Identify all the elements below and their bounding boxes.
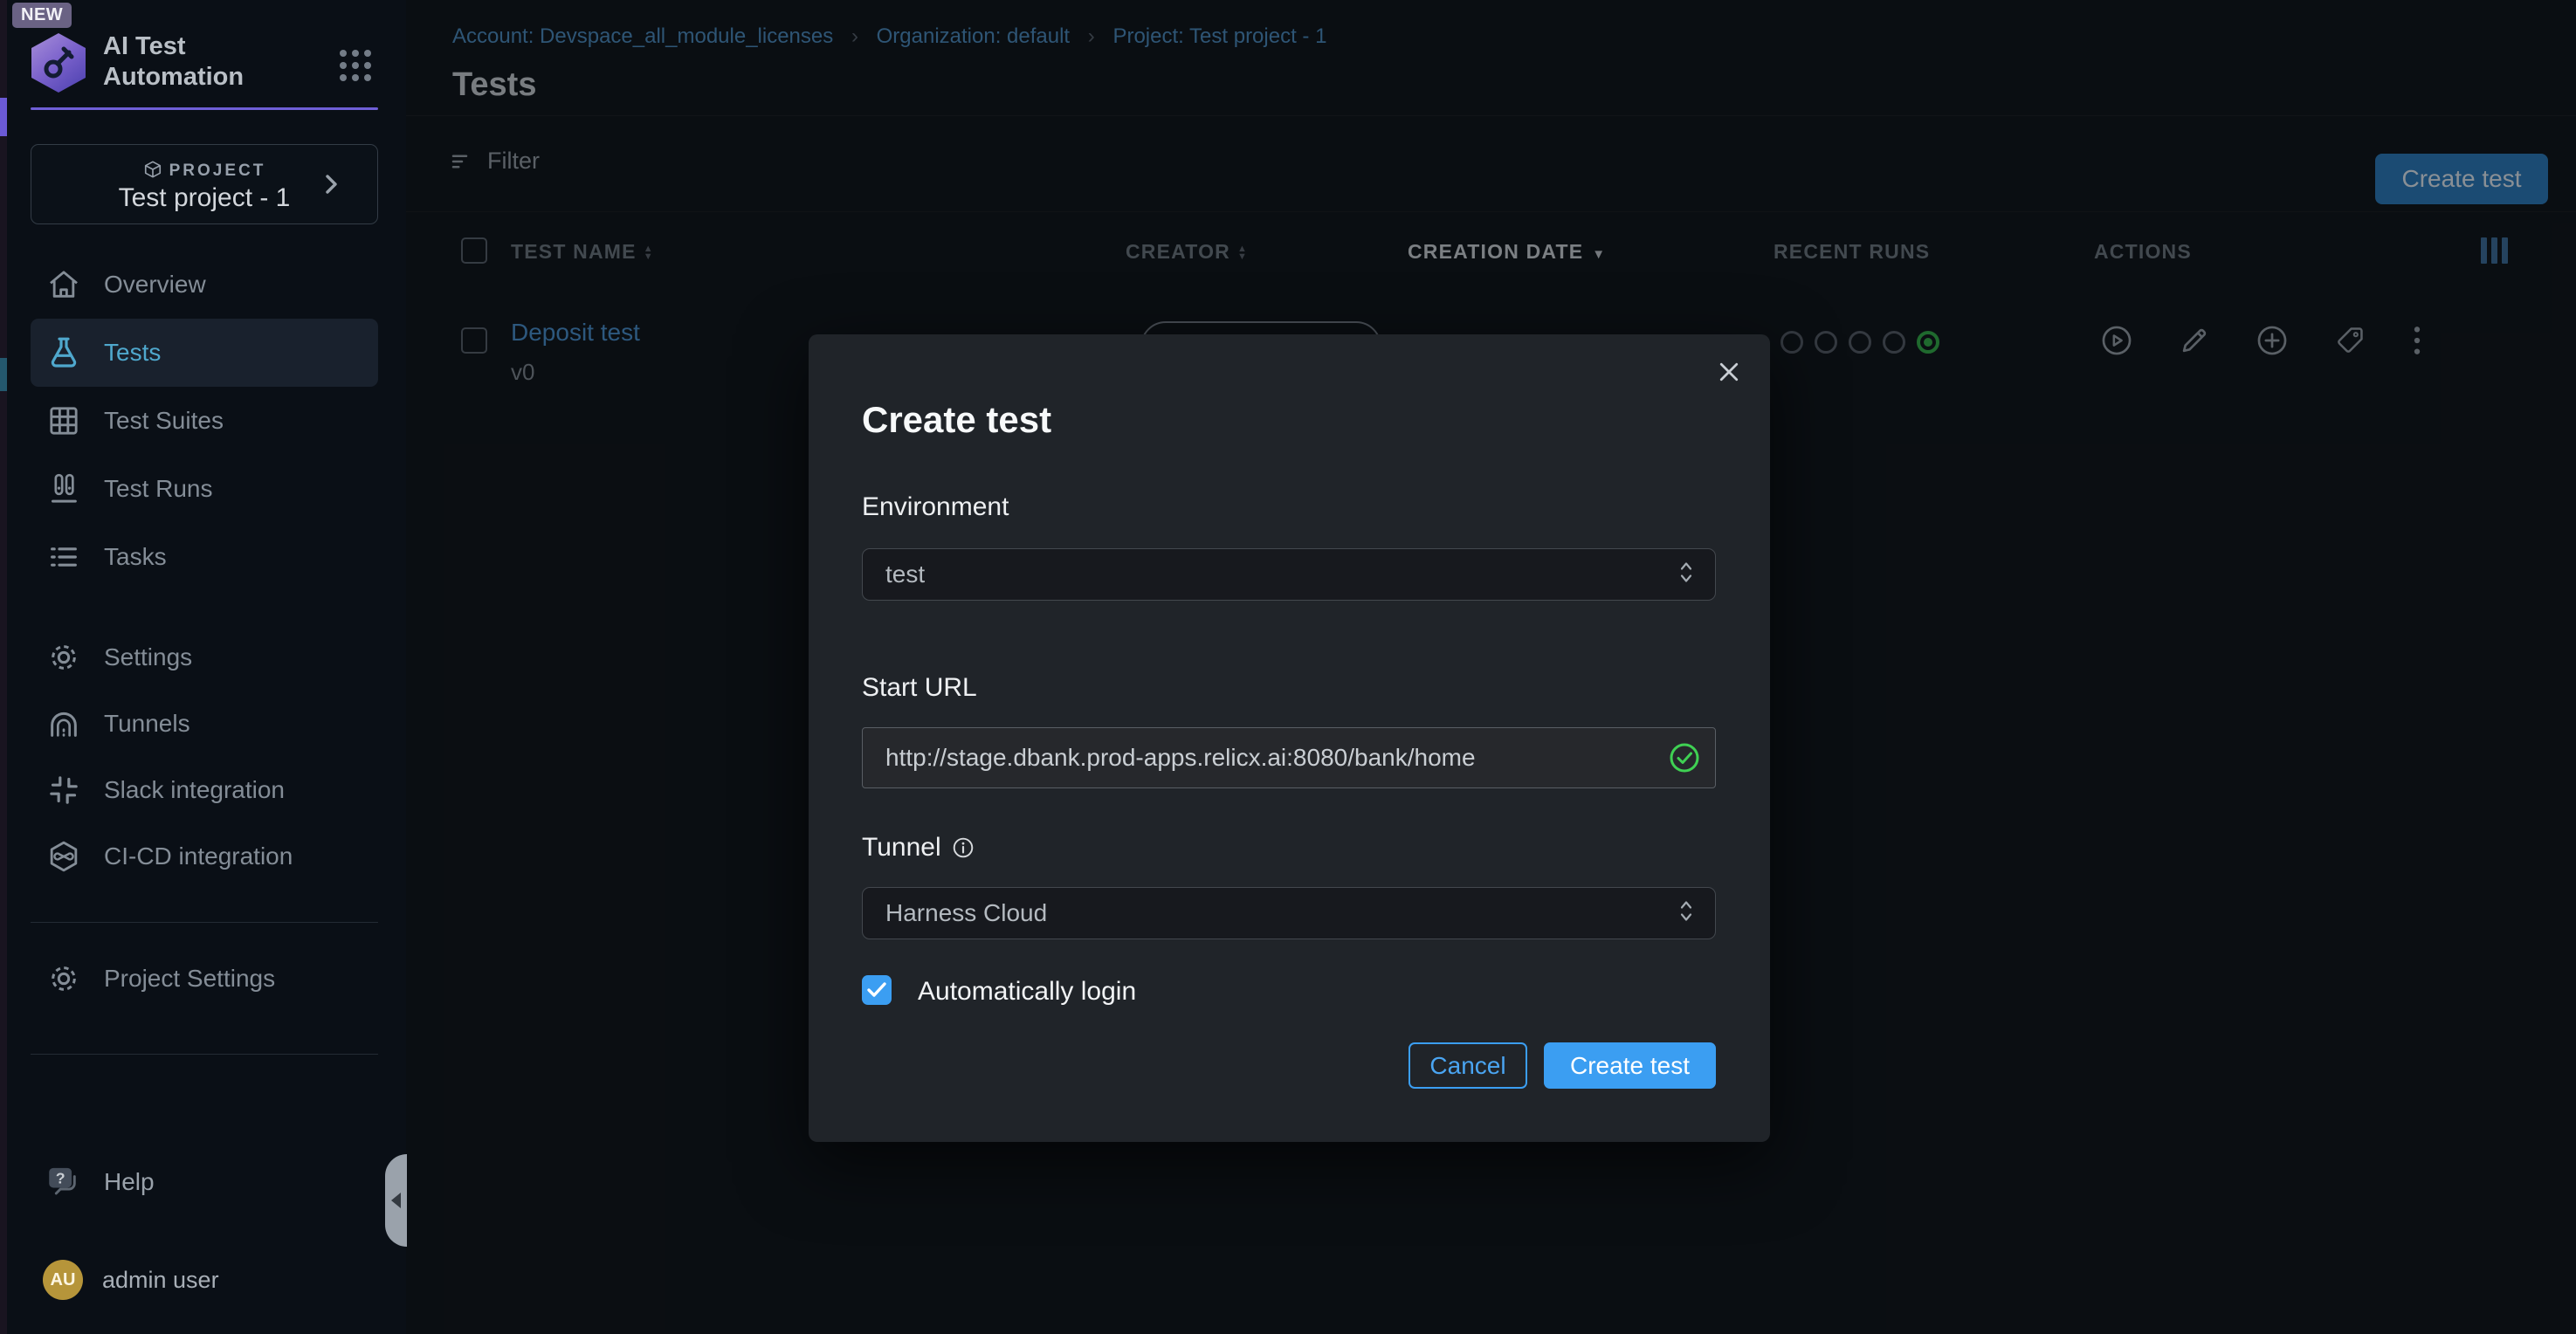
slack-icon <box>46 773 81 808</box>
sidebar-item-test-suites[interactable]: Test Suites <box>31 387 378 455</box>
sidebar-item-label: Tests <box>104 339 161 367</box>
sidebar: NEW AI Test Automation <box>7 0 406 1334</box>
select-chevrons-icon <box>1678 898 1694 929</box>
check-icon <box>866 981 887 999</box>
modal-buttons: Cancel Create test <box>1409 1042 1716 1089</box>
robot-arm-icon <box>41 45 76 81</box>
cube-icon <box>143 160 162 179</box>
brand-underline <box>31 107 378 110</box>
auto-login-checkbox[interactable] <box>862 975 892 1005</box>
sidebar-item-settings[interactable]: Settings <box>31 623 378 691</box>
gear-icon <box>46 640 81 675</box>
sidebar-item-label: CI-CD integration <box>104 842 293 870</box>
new-badge: NEW <box>12 3 72 28</box>
sidebar-item-test-runs[interactable]: Test Runs <box>31 455 378 523</box>
chevron-right-icon <box>321 173 341 200</box>
tunnel-value: Harness Cloud <box>885 899 1047 927</box>
cicd-hexagon-icon <box>46 839 81 874</box>
environment-value: test <box>885 560 925 588</box>
grid-icon <box>46 403 81 438</box>
sidebar-item-tunnels[interactable]: Tunnels <box>31 690 378 758</box>
auto-login-label: Automatically login <box>918 977 1136 1007</box>
help-button[interactable]: ? Help <box>31 1152 378 1213</box>
project-selector[interactable]: PROJECT Test project - 1 <box>31 144 378 224</box>
app-logo[interactable] <box>31 33 86 93</box>
sidebar-item-label: Project Settings <box>104 965 275 993</box>
tunnel-select[interactable]: Harness Cloud <box>862 887 1716 939</box>
sidebar-item-label: Settings <box>104 643 192 671</box>
sidebar-item-tasks[interactable]: Tasks <box>31 523 378 591</box>
tunnel-label: Tunnel <box>862 833 975 866</box>
task-list-icon <box>46 540 81 574</box>
sidebar-item-cicd-integration[interactable]: CI-CD integration <box>31 822 378 890</box>
sidebar-item-label: Slack integration <box>104 776 285 804</box>
sidebar-divider <box>31 1054 378 1055</box>
flask-icon <box>46 335 81 370</box>
sidebar-item-project-settings[interactable]: Project Settings <box>31 945 378 1013</box>
sidebar-item-tests[interactable]: Tests <box>31 319 378 387</box>
sidebar-item-label: Test Suites <box>104 407 224 435</box>
module-rail <box>0 0 7 1334</box>
environment-label: Environment <box>862 492 1009 522</box>
sidebar-divider <box>31 922 378 923</box>
info-icon[interactable] <box>952 836 975 866</box>
environment-select[interactable]: test <box>862 548 1716 601</box>
avatar: AU <box>43 1260 83 1300</box>
sidebar-item-label: Tunnels <box>104 710 190 738</box>
help-label: Help <box>104 1168 155 1196</box>
close-icon[interactable] <box>1716 359 1742 385</box>
tunnel-icon <box>46 706 81 741</box>
sidebar-item-overview[interactable]: Overview <box>31 251 378 319</box>
help-chat-icon: ? <box>46 1165 83 1200</box>
modal-title: Create test <box>862 399 1051 441</box>
test-tubes-icon <box>46 471 81 506</box>
sidebar-item-slack-integration[interactable]: Slack integration <box>31 756 378 824</box>
cancel-button[interactable]: Cancel <box>1409 1042 1527 1089</box>
modal-create-test-button[interactable]: Create test <box>1544 1042 1716 1089</box>
start-url-input[interactable] <box>862 727 1716 788</box>
user-name: admin user <box>102 1267 219 1294</box>
home-icon <box>46 267 81 302</box>
sidebar-item-label: Test Runs <box>104 475 213 503</box>
app-switcher-icon[interactable] <box>335 45 375 86</box>
sidebar-collapse-handle[interactable] <box>385 1154 407 1247</box>
select-chevrons-icon <box>1678 560 1694 590</box>
start-url-label: Start URL <box>862 673 977 703</box>
sidebar-item-label: Overview <box>104 271 206 299</box>
rail-purple-indicator <box>0 98 7 136</box>
rail-teal-indicator <box>0 358 7 391</box>
gear-icon <box>46 961 81 996</box>
svg-text:?: ? <box>56 1170 65 1187</box>
app-title: AI Test Automation <box>103 31 244 93</box>
create-test-modal: Create test Environment test Start URL T… <box>809 334 1770 1142</box>
url-valid-check-icon <box>1669 742 1700 778</box>
chevron-left-icon <box>391 1193 401 1208</box>
app-screen: NEW AI Test Automation <box>0 0 2576 1334</box>
user-menu[interactable]: AU admin user <box>31 1249 378 1310</box>
sidebar-item-label: Tasks <box>104 543 167 571</box>
